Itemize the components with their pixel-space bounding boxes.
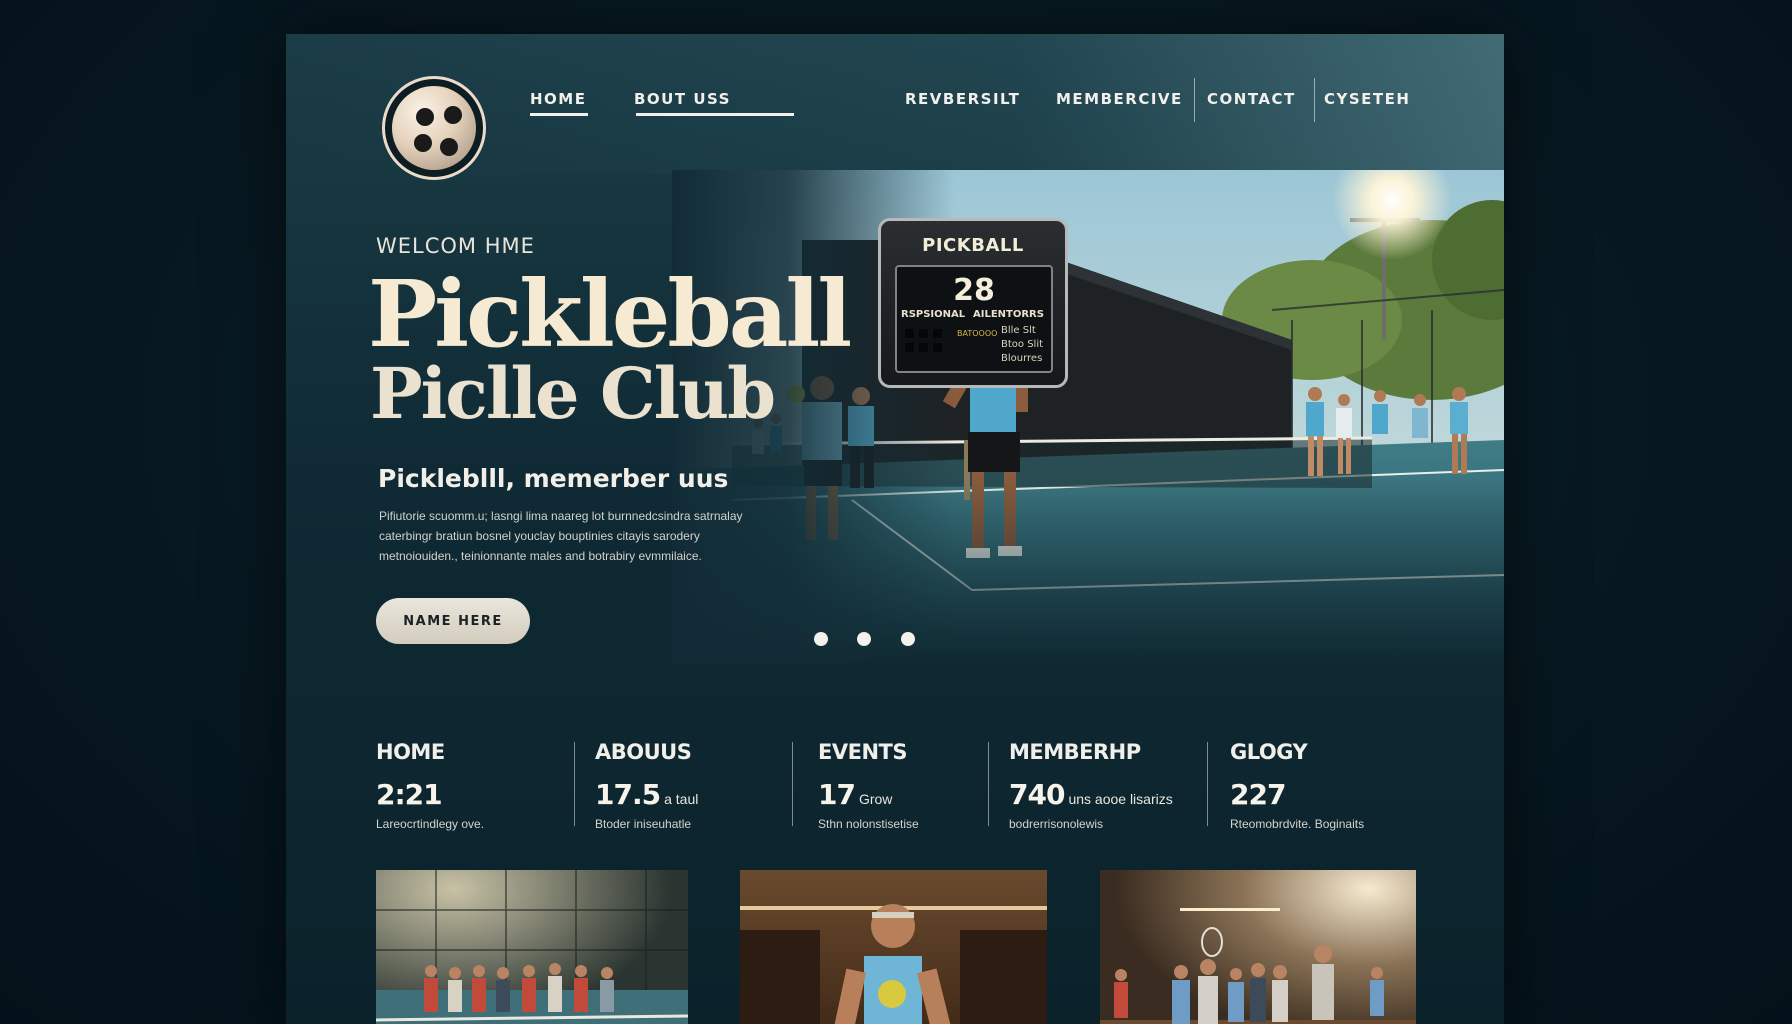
- stat-unit: uns aooe lisarizs: [1068, 791, 1173, 807]
- site-frame: HOME BOUT USS REVBERSILT MEMBERCIVE CONT…: [286, 34, 1504, 1024]
- stat-caption: Lareocrtindlegy ove.: [376, 817, 485, 831]
- stat-number: 227: [1230, 778, 1286, 811]
- hero-image: [672, 170, 1504, 664]
- stat-label: MEMBERHP: [1009, 740, 1141, 764]
- scoreboard-small-label: BATOOOO: [957, 329, 998, 338]
- gallery-photo-group[interactable]: [1100, 870, 1416, 1024]
- stat-divider: [574, 742, 575, 826]
- hero-subtitle: Pickleblll, memerber uus: [378, 464, 729, 493]
- stat-number: 17: [818, 778, 856, 811]
- carousel-dot[interactable]: [901, 632, 915, 646]
- stat-about[interactable]: ABOUUS 17.5 a taul Btoder iniseuhatle: [595, 740, 698, 831]
- nav-item-home[interactable]: HOME: [530, 90, 586, 108]
- nav-item-reservations[interactable]: REVBERSILT: [905, 90, 1020, 108]
- nav-divider: [1314, 78, 1315, 122]
- nav-item-about[interactable]: BOUT USS: [634, 90, 731, 108]
- stat-label: ABOUUS: [595, 740, 692, 764]
- photo-illustration: [740, 870, 1047, 1024]
- stat-caption: Rteomobrdvite. Boginaits: [1230, 817, 1365, 831]
- scoreboard-line: Blle Slt: [1001, 325, 1036, 336]
- stat-unit: Grow: [858, 791, 893, 807]
- stat-caption: bodrerrisonolewis: [1009, 817, 1104, 831]
- stat-divider: [792, 742, 793, 826]
- gallery-photo-night-court[interactable]: [376, 870, 688, 1024]
- nav-item-contact[interactable]: CONTACT: [1207, 90, 1296, 108]
- nav-item-extra[interactable]: CYSETEH: [1324, 90, 1410, 108]
- stat-unit: a taul: [664, 791, 699, 807]
- scoreboard-panel: 28 RSPSIONAL AILENTORRS BATOOOO Blle Slt…: [895, 265, 1053, 373]
- scoreboard-col-left: RSPSIONAL: [901, 309, 966, 320]
- stat-events[interactable]: EVENTS 17 Grow Sthn nolonstisetise: [818, 740, 919, 831]
- scoreboard-title: PICKBALL: [922, 235, 1024, 256]
- scoreboard-line: Blourres: [1001, 353, 1043, 364]
- carousel-dot[interactable]: [814, 632, 828, 646]
- stat-caption: Btoder iniseuhatle: [595, 817, 692, 831]
- nav-active-underline: [530, 113, 588, 116]
- stat-home[interactable]: HOME 2:21 Lareocrtindlegy ove.: [376, 740, 484, 831]
- hero-fade-overlay: [672, 170, 1504, 664]
- nav-divider: [1194, 78, 1195, 122]
- carousel-dot[interactable]: [857, 632, 871, 646]
- photo-illustration: [376, 870, 688, 1024]
- stat-membership[interactable]: MEMBERHP 740 uns aooe lisarizs bodrerriso…: [1009, 740, 1173, 831]
- stat-divider: [988, 742, 989, 826]
- stat-caption: Sthn nolonstisetise: [818, 817, 919, 831]
- hero-description: Pifiutorie scuomm.u; lasngi lima naareg …: [379, 509, 743, 563]
- scoreboard: PICKBALL 28 RSPSIONAL AILENTORRS BATOOOO…: [878, 218, 1068, 388]
- stat-label: HOME: [376, 740, 445, 764]
- scoreboard-col-right: AILENTORRS: [973, 309, 1044, 320]
- nav-about-underline: [636, 113, 794, 116]
- club-logo[interactable]: [382, 76, 486, 180]
- scoreboard-line: Btoo Slit: [1001, 339, 1044, 350]
- stat-label: EVENTS: [818, 740, 907, 764]
- hero-welcome: WELCOM HME: [376, 234, 535, 258]
- pickleball-logo-icon: [392, 86, 476, 170]
- stat-number: 740: [1009, 778, 1065, 811]
- gallery-photo-player[interactable]: [740, 870, 1047, 1024]
- hero-cta-button[interactable]: NAME HERE: [376, 598, 530, 644]
- hero-title-line2: Piclle Club: [370, 352, 776, 435]
- scoreboard-score: 28: [953, 273, 995, 308]
- stat-number: 2:21: [376, 778, 443, 811]
- stat-label: GLOGY: [1230, 740, 1308, 764]
- photo-illustration: [1100, 870, 1416, 1024]
- stat-number: 17.5: [595, 778, 661, 811]
- stat-gallery[interactable]: GLOGY 227 Rteomobrdvite. Boginaits: [1230, 740, 1364, 831]
- stat-divider: [1207, 742, 1208, 826]
- nav-item-membership[interactable]: MEMBERCIVE: [1056, 90, 1183, 108]
